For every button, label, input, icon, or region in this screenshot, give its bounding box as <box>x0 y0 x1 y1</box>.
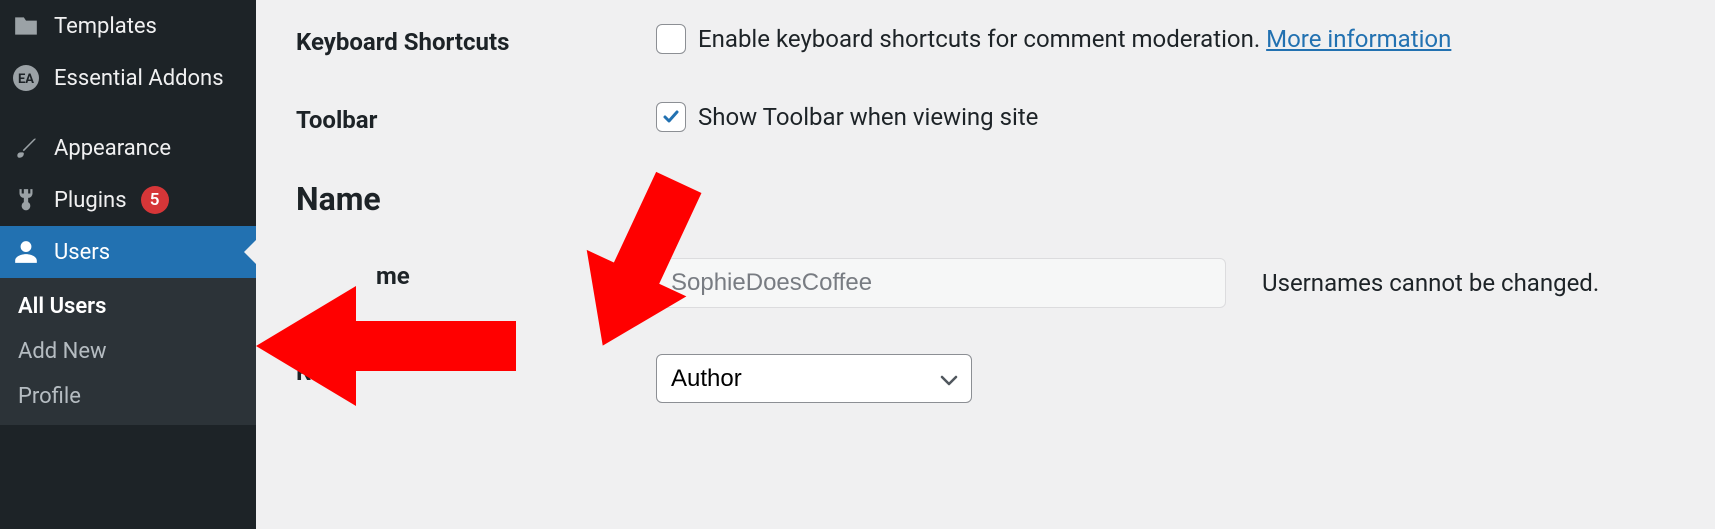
role-row: Role Author <box>296 354 1675 403</box>
menu-plugins[interactable]: Plugins 5 <box>0 174 256 226</box>
role-select[interactable]: Author <box>656 354 972 403</box>
menu-label: Templates <box>54 14 157 39</box>
keyboard-shortcuts-row: Keyboard Shortcuts Enable keyboard short… <box>296 24 1675 56</box>
username-input <box>656 258 1226 308</box>
plug-icon <box>12 186 40 214</box>
keyboard-shortcuts-text: Enable keyboard shortcuts for comment mo… <box>698 25 1451 53</box>
user-icon <box>12 238 40 266</box>
username-label: me <box>296 258 656 290</box>
username-helper: Usernames cannot be changed. <box>1262 269 1599 297</box>
submenu-profile[interactable]: Profile <box>0 374 256 419</box>
menu-templates[interactable]: Templates <box>0 0 256 52</box>
toolbar-checkbox-text: Show Toolbar when viewing site <box>698 103 1038 131</box>
page-content: Keyboard Shortcuts Enable keyboard short… <box>256 0 1715 529</box>
submenu-add-new[interactable]: Add New <box>0 329 256 374</box>
admin-sidebar: Templates EA Essential Addons Appearance… <box>0 0 256 529</box>
menu-label: Plugins <box>54 188 127 213</box>
users-submenu: All Users Add New Profile <box>0 278 256 425</box>
menu-essential-addons[interactable]: EA Essential Addons <box>0 52 256 104</box>
submenu-all-users[interactable]: All Users <box>0 284 256 329</box>
menu-label: Essential Addons <box>54 66 224 91</box>
menu-label: Appearance <box>54 136 171 161</box>
menu-label: Users <box>54 240 110 265</box>
svg-text:EA: EA <box>18 72 34 87</box>
toolbar-row: Toolbar Show Toolbar when viewing site <box>296 102 1675 134</box>
name-heading: Name <box>296 180 1675 218</box>
keyboard-shortcuts-label: Keyboard Shortcuts <box>296 24 656 56</box>
brush-icon <box>12 134 40 162</box>
plugins-badge: 5 <box>141 186 169 214</box>
folder-icon <box>12 12 40 40</box>
keyboard-shortcuts-checkbox[interactable] <box>656 24 686 54</box>
username-row: me Usernames cannot be changed. <box>296 258 1675 308</box>
menu-appearance[interactable]: Appearance <box>0 122 256 174</box>
more-information-link[interactable]: More information <box>1266 25 1451 53</box>
menu-users[interactable]: Users <box>0 226 256 278</box>
toolbar-checkbox[interactable] <box>656 102 686 132</box>
toolbar-label: Toolbar <box>296 102 656 134</box>
ea-icon: EA <box>12 64 40 92</box>
role-label: Role <box>296 354 656 386</box>
